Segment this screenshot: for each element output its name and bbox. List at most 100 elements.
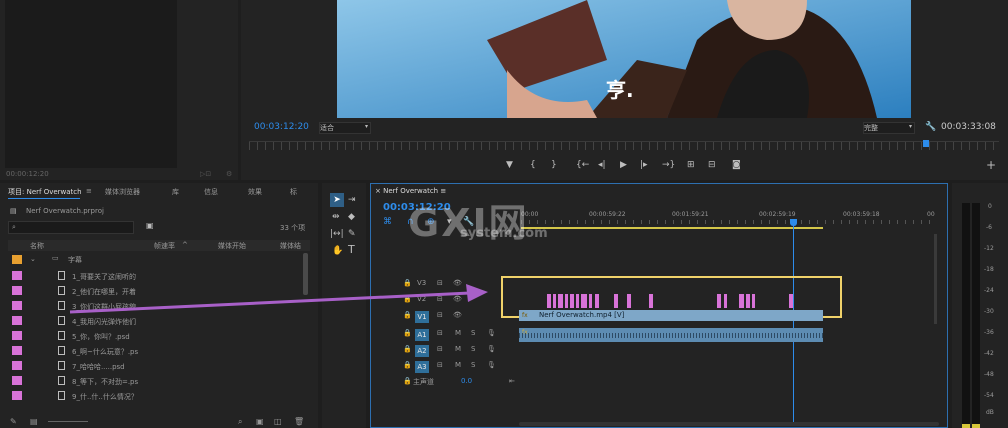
lock-icon[interactable]: 🔒 (403, 377, 412, 385)
add-marker-icon[interactable]: ▼ (506, 160, 513, 170)
col-framerate[interactable]: 帧速率 (154, 241, 175, 251)
sync-icon[interactable]: ⊟ (437, 295, 443, 303)
timeline-h-scrollbar[interactable] (519, 422, 939, 426)
new-item-icon[interactable]: ◫ (274, 417, 282, 426)
camera-icon[interactable]: ◙ (732, 160, 741, 170)
col-name[interactable]: 名称 (30, 241, 44, 251)
mic-icon[interactable]: 🎙 (487, 345, 496, 353)
eye-icon[interactable]: 👁 (453, 295, 462, 303)
lock-icon[interactable]: 🔒 (403, 361, 412, 369)
track-label-a2[interactable]: A2 (415, 345, 429, 357)
razor-icon[interactable]: ◆ (348, 212, 355, 222)
list-item[interactable]: 1_哥要关了这闹听的 (8, 269, 308, 283)
col-media-start[interactable]: 媒体开始 (218, 241, 246, 251)
program-scrubber[interactable] (249, 140, 999, 150)
chevron-down-icon[interactable]: ⌄ (30, 255, 36, 263)
lock-icon[interactable]: 🔒 (403, 311, 412, 319)
list-view-icon[interactable]: ▤ (30, 417, 38, 426)
lock-icon[interactable]: 🔒 (403, 279, 412, 287)
timeline-v-scrollbar[interactable] (934, 234, 937, 324)
go-to-end-icon[interactable]: ⇤ (509, 377, 515, 385)
go-to-in-icon[interactable]: {← (576, 160, 589, 170)
source-settings-icon[interactable]: ⚙ (226, 169, 232, 179)
work-area-bar[interactable] (521, 227, 823, 229)
add-button-icon[interactable]: + (986, 159, 996, 171)
sync-icon[interactable]: ⊟ (437, 361, 443, 369)
track-label-a3[interactable]: A3 (415, 361, 429, 373)
solo-button[interactable]: S (471, 361, 475, 369)
fit-dropdown[interactable]: 适合 ▾ (319, 122, 371, 134)
mute-button[interactable]: M (455, 361, 461, 369)
mic-icon[interactable]: 🎙 (487, 329, 496, 337)
go-to-out-icon[interactable]: →} (662, 160, 675, 170)
tab-markers[interactable]: 标 (290, 187, 297, 197)
hand-icon[interactable]: ✋ (332, 246, 343, 256)
extract-icon[interactable]: ⊟ (708, 160, 716, 170)
mute-button[interactable]: M (455, 329, 461, 337)
solo-button[interactable]: S (471, 345, 475, 353)
time-ruler[interactable]: 00:00 00:00:59:22 00:01:59:21 00:02:59:1… (521, 208, 937, 230)
lock-icon[interactable]: 🔒 (403, 329, 412, 337)
list-item[interactable]: 7_哈哈哈.....psd (8, 359, 308, 373)
eye-icon[interactable]: 👁 (453, 279, 462, 287)
nest-icon[interactable]: ⌘ (383, 217, 392, 227)
list-item[interactable]: 4_我用闪光弹炸他们 (8, 314, 308, 328)
mark-out-icon[interactable]: } (551, 160, 557, 170)
close-icon[interactable]: × (375, 187, 381, 195)
track-label-a1[interactable]: A1 (415, 329, 429, 341)
mark-in-icon[interactable]: { (530, 160, 536, 170)
master-value[interactable]: 0.0 (461, 377, 472, 385)
list-item[interactable]: 3_你们这群小屁孩貌 (8, 299, 308, 313)
list-item[interactable]: 8_等下，不对劲=.ps (8, 374, 308, 388)
list-item[interactable]: 2_他们在哪里，开着 (8, 284, 308, 298)
tab-info[interactable]: 信息 (204, 187, 218, 197)
step-back-icon[interactable]: ◂| (598, 160, 606, 170)
sync-icon[interactable]: ⊟ (437, 329, 443, 337)
lock-icon[interactable]: 🔒 (403, 345, 412, 353)
solo-button[interactable]: S (471, 329, 475, 337)
mute-button[interactable]: M (455, 345, 461, 353)
list-item[interactable]: 5_你，你叫？.psd (8, 329, 308, 343)
sync-icon[interactable]: ⊟ (437, 279, 443, 287)
type-tool-icon[interactable]: T (348, 244, 355, 255)
a1-audio-clip[interactable]: fx (519, 328, 823, 342)
step-forward-icon[interactable]: |▸ (640, 160, 648, 170)
lift-icon[interactable]: ⊞ (687, 160, 695, 170)
slip-icon[interactable]: |↔| (330, 229, 344, 239)
bin-row[interactable]: ⌄ ▭ 字幕 (8, 254, 308, 266)
eye-icon[interactable]: 👁 (453, 311, 462, 319)
tab-library[interactable]: 库 (172, 187, 179, 197)
play-icon[interactable]: ▶ (620, 160, 627, 170)
menu-icon[interactable]: ≡ (86, 187, 92, 195)
track-label-v1[interactable]: V1 (415, 311, 429, 323)
program-playhead[interactable] (923, 140, 929, 147)
new-bin-icon[interactable]: ▣ (146, 221, 154, 231)
lock-icon[interactable]: 🔒 (403, 295, 412, 303)
playhead-marker[interactable] (790, 219, 797, 226)
project-scrollbar[interactable] (303, 253, 308, 295)
wrench-icon[interactable]: 🔧 (925, 122, 936, 132)
sync-icon[interactable]: ⊟ (437, 311, 443, 319)
track-select-icon[interactable]: ⇥ (348, 195, 356, 205)
col-media-end[interactable]: 媒体结 (280, 241, 301, 251)
pencil-icon[interactable]: ✎ (10, 417, 17, 426)
selection-tool-icon[interactable]: ➤ (330, 193, 344, 207)
tab-media-browser[interactable]: 媒体浏览器 (105, 187, 140, 197)
search-icon[interactable]: ⌕ (238, 417, 242, 427)
ripple-edit-icon[interactable]: ⇹ (332, 212, 340, 222)
track-label-v2[interactable]: V2 (417, 295, 426, 303)
v1-video-clip[interactable]: fx Nerf Overwatch.mp4 [V] (519, 310, 823, 321)
list-item[interactable]: 6_啊~什么玩意？.ps (8, 344, 308, 358)
mic-icon[interactable]: 🎙 (487, 361, 496, 369)
list-item[interactable]: 9_什..什..什么情况？ (8, 389, 308, 403)
track-label-v3[interactable]: V3 (417, 279, 426, 287)
quality-dropdown[interactable]: 完整 ▾ (863, 122, 915, 134)
tab-effects[interactable]: 效果 (248, 187, 262, 197)
trash-icon[interactable]: 🗑 (294, 417, 304, 426)
zoom-slider[interactable] (48, 421, 88, 422)
search-input[interactable]: ⌕ (8, 221, 134, 234)
tab-project[interactable]: 项目: Nerf Overwatch (8, 187, 82, 197)
new-bin-icon[interactable]: ▣ (256, 417, 264, 426)
source-export-icon[interactable]: ▷⊡ (200, 169, 211, 179)
pen-icon[interactable]: ✎ (348, 229, 356, 239)
